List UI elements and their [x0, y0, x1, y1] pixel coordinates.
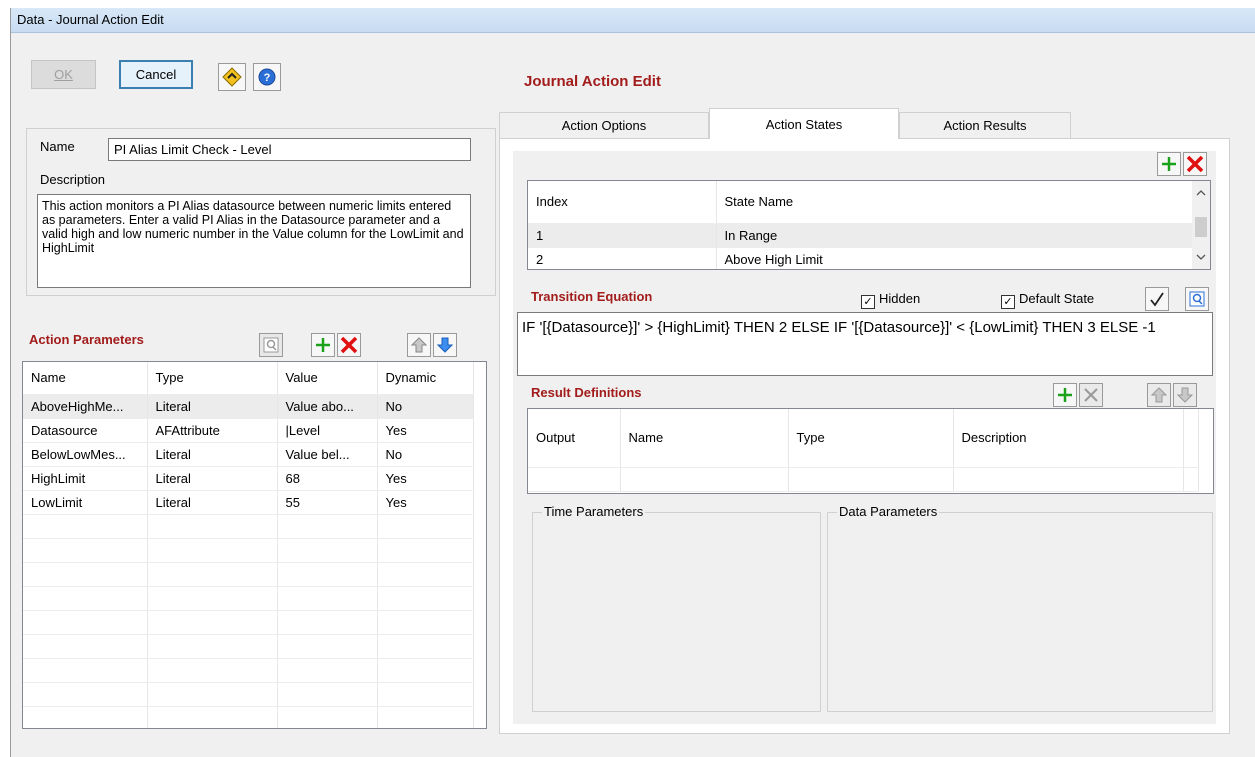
action-parameters-table: Name Type Value Dynamic AboveHighMe... Li… — [22, 361, 487, 729]
help-icon-button[interactable]: ? — [253, 63, 281, 91]
search-icon — [1189, 291, 1205, 307]
add-state-button[interactable] — [1157, 152, 1181, 176]
column-header[interactable]: Description — [953, 409, 1184, 468]
arrow-down-icon — [1177, 387, 1193, 403]
column-header[interactable]: Type — [147, 362, 278, 395]
equation-browse-button[interactable] — [1185, 287, 1209, 311]
arrow-up-icon — [411, 337, 427, 353]
search-icon — [263, 337, 279, 353]
column-header[interactable]: Dynamic — [377, 362, 474, 395]
empty-row — [23, 514, 474, 539]
column-header[interactable]: Index — [528, 181, 717, 224]
name-field[interactable]: PI Alias Limit Check - Level — [108, 138, 471, 161]
column-header[interactable]: Type — [788, 409, 954, 468]
table-row[interactable]: 1 In Range — [528, 223, 1193, 248]
table-row[interactable]: 2 Above High Limit — [528, 247, 1193, 269]
add-parameter-button[interactable] — [311, 333, 335, 357]
empty-row — [23, 706, 474, 728]
table-header-row: Name Type Value Dynamic — [23, 362, 474, 395]
table-header-row: Output Name Type Description — [528, 409, 1199, 468]
checkmark-icon — [1150, 292, 1164, 307]
column-header[interactable]: Output — [528, 409, 621, 468]
description-label: Description — [40, 172, 106, 187]
title-bar: Data - Journal Action Edit — [11, 8, 1255, 33]
delete-result-button[interactable] — [1079, 383, 1103, 407]
action-states-table: Index State Name 1 In Range 2 Above High L… — [527, 180, 1211, 270]
delete-state-button[interactable] — [1183, 152, 1207, 176]
delete-parameter-button[interactable] — [337, 333, 361, 357]
column-header[interactable]: Name — [620, 409, 789, 468]
column-header[interactable]: Name — [23, 362, 148, 395]
checkbox-checked-icon: ✓ — [861, 295, 875, 309]
result-definitions-title: Result Definitions — [531, 385, 642, 400]
tab-action-options[interactable]: Action Options — [499, 112, 709, 138]
arrow-up-icon — [1151, 387, 1167, 403]
checkbox-checked-icon: ✓ — [1001, 295, 1015, 309]
delete-icon — [1084, 388, 1098, 402]
table-row[interactable]: BelowLowMes... Literal Value bel... No — [23, 442, 474, 467]
result-move-down-button[interactable] — [1173, 383, 1197, 407]
plus-icon — [1058, 388, 1072, 402]
empty-row — [528, 467, 1199, 492]
empty-row — [23, 658, 474, 683]
ok-button[interactable]: OK — [31, 60, 96, 89]
transition-equation-field[interactable]: IF '[{Datasource}]' > {HighLimit} THEN 2… — [517, 312, 1213, 376]
tab-action-states[interactable]: Action States — [709, 108, 899, 139]
chevron-up-icon — [1196, 190, 1206, 196]
transition-equation-title: Transition Equation — [531, 289, 653, 304]
delete-icon — [1186, 155, 1204, 173]
empty-row — [23, 610, 474, 635]
data-parameters-group — [827, 512, 1213, 712]
debug-icon-button[interactable] — [218, 63, 246, 91]
column-header[interactable]: State Name — [716, 181, 1193, 224]
svg-text:?: ? — [264, 72, 271, 84]
chevron-down-icon — [1196, 254, 1206, 260]
data-parameters-label: Data Parameters — [837, 504, 940, 519]
arrow-down-icon — [437, 337, 453, 353]
table-row[interactable]: LowLimit Literal 55 Yes — [23, 490, 474, 515]
diamond-arrow-icon — [222, 67, 242, 87]
help-icon: ? — [258, 68, 276, 86]
tab-action-results[interactable]: Action Results — [899, 112, 1071, 138]
empty-row — [23, 682, 474, 707]
delete-icon — [340, 336, 358, 354]
time-parameters-label: Time Parameters — [542, 504, 646, 519]
parameter-browse-button[interactable] — [259, 333, 283, 357]
plus-icon — [1162, 157, 1176, 171]
empty-row — [23, 634, 474, 659]
cancel-button[interactable]: Cancel — [119, 60, 193, 89]
empty-row — [23, 538, 474, 563]
states-scrollbar[interactable] — [1192, 181, 1210, 269]
table-row[interactable]: Datasource AFAttribute |Level Yes — [23, 418, 474, 443]
dialog-window: Data - Journal Action Edit OK Cancel ? N… — [10, 8, 1255, 757]
default-state-checkbox[interactable]: ✓ Default State — [1001, 291, 1094, 309]
editor-title: Journal Action Edit — [524, 73, 661, 90]
hidden-checkbox[interactable]: ✓ Hidden — [861, 291, 920, 309]
move-up-button[interactable] — [407, 333, 431, 357]
column-header[interactable]: Value — [277, 362, 378, 395]
window-title: Data - Journal Action Edit — [17, 12, 164, 27]
empty-row — [23, 586, 474, 611]
table-header-row: Index State Name — [528, 181, 1193, 224]
name-label: Name — [40, 139, 75, 154]
scrollbar-thumb[interactable] — [1195, 217, 1207, 237]
description-field[interactable]: This action monitors a PI Alias datasour… — [37, 194, 471, 288]
action-parameters-title: Action Parameters — [29, 332, 144, 347]
result-definitions-table: Output Name Type Description — [527, 408, 1214, 494]
plus-icon — [316, 338, 330, 352]
table-row[interactable]: HighLimit Literal 68 Yes — [23, 466, 474, 491]
table-row[interactable]: AboveHighMe... Literal Value abo... No — [23, 394, 474, 419]
result-move-up-button[interactable] — [1147, 383, 1171, 407]
time-parameters-group — [532, 512, 821, 712]
move-down-button[interactable] — [433, 333, 457, 357]
empty-row — [23, 562, 474, 587]
add-result-button[interactable] — [1053, 383, 1077, 407]
validate-equation-button[interactable] — [1145, 287, 1169, 311]
